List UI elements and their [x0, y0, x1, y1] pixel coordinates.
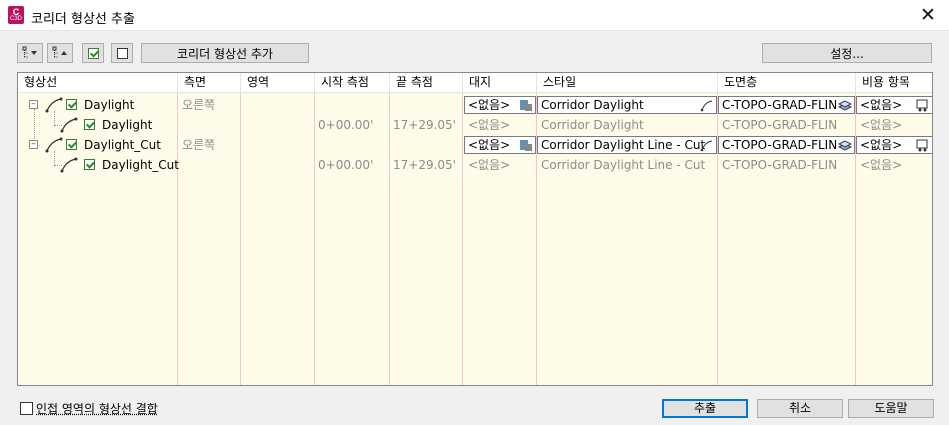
style-cell: Corridor Daylight Line - Cut: [541, 158, 706, 172]
site-cell: <없음>: [468, 118, 511, 132]
checked-box-icon: [87, 47, 99, 59]
table-row[interactable]: – Daylight_Cut 오른쪽 <없음> Corridor Dayligh…: [18, 135, 932, 155]
featureline-name: Daylight_Cut: [102, 158, 179, 172]
col-header-featureline[interactable]: 형상선: [18, 73, 178, 93]
expand-all-button[interactable]: [17, 43, 43, 63]
layer-picker-icon[interactable]: [838, 138, 852, 152]
merge-adjacent-checkbox-row[interactable]: 인접 영역의 형상선 결합: [20, 400, 158, 417]
collapse-node-icon[interactable]: –: [29, 140, 38, 149]
pay-item-picker-icon[interactable]: [916, 98, 930, 112]
start-station-cell: 0+00.00': [318, 118, 374, 132]
style-select[interactable]: Corridor Daylight: [537, 96, 717, 114]
col-header-site[interactable]: 대지: [463, 73, 537, 93]
style-picker-icon[interactable]: [700, 138, 714, 152]
style-select[interactable]: Corridor Daylight Line - Cut: [537, 136, 717, 154]
site-select[interactable]: <없음>: [464, 136, 536, 154]
featureline-grid: 형상선 측면 영역 시작 측점 끝 측점 대지 스타일 도면층 비용 항목 – …: [17, 72, 933, 386]
window-title: 코리더 형상선 추출: [31, 12, 135, 27]
uncheck-all-button[interactable]: [111, 43, 133, 63]
style-value: Corridor Daylight Line - Cut: [541, 138, 706, 152]
cancel-button[interactable]: 취소: [757, 399, 843, 418]
featureline-name: Daylight: [84, 98, 135, 112]
col-header-layer[interactable]: 도면층: [718, 73, 856, 93]
start-station-cell: 0+00.00': [318, 158, 374, 172]
layer-picker-icon[interactable]: [838, 98, 852, 112]
layer-select[interactable]: C-TOPO-GRAD-FLIN: [718, 136, 855, 154]
unchecked-box-icon: [116, 47, 128, 59]
pay-item-cell: <없음>: [860, 158, 903, 172]
featureline-icon: [45, 97, 63, 113]
featureline-name: Daylight_Cut: [84, 138, 161, 152]
row-checkbox[interactable]: [66, 99, 77, 110]
featureline-icon: [60, 117, 78, 133]
table-row[interactable]: Daylight_Cut 0+00.00' 17+29.05' <없음> Cor…: [18, 155, 932, 175]
help-button[interactable]: 도움말: [848, 399, 934, 418]
col-header-style[interactable]: 스타일: [537, 73, 718, 93]
civil3d-app-icon: C C3D: [8, 6, 24, 24]
site-picker-icon[interactable]: [519, 98, 533, 112]
featureline-icon: [60, 157, 78, 173]
layer-select[interactable]: C-TOPO-GRAD-FLIN: [718, 96, 855, 114]
site-select[interactable]: <없음>: [464, 96, 536, 114]
col-header-end-station[interactable]: 끝 측점: [390, 73, 463, 93]
site-value: <없음>: [468, 98, 511, 112]
layer-value: C-TOPO-GRAD-FLIN: [722, 98, 838, 112]
style-cell: Corridor Daylight: [541, 118, 644, 132]
row-checkbox[interactable]: [84, 119, 95, 130]
end-station-cell: 17+29.05': [393, 118, 456, 132]
collapse-all-button[interactable]: [47, 43, 73, 63]
side-cell: 오른쪽: [182, 138, 216, 152]
settings-button[interactable]: 설정...: [762, 43, 932, 63]
col-header-region[interactable]: 영역: [241, 73, 315, 93]
table-row[interactable]: – Daylight 오른쪽 <없음> Corridor Daylight C-…: [18, 95, 932, 115]
style-value: Corridor Daylight: [541, 98, 644, 112]
row-checkbox[interactable]: [66, 139, 77, 150]
title-bar: C C3D 코리더 형상선 추출 ✕: [0, 0, 949, 31]
site-picker-icon[interactable]: [519, 138, 533, 152]
pay-item-picker-icon[interactable]: [916, 138, 930, 152]
col-header-pay-item[interactable]: 비용 항목: [856, 73, 932, 93]
table-row[interactable]: Daylight 0+00.00' 17+29.05' <없음> Corrido…: [18, 115, 932, 135]
layer-value: C-TOPO-GRAD-FLIN: [722, 138, 838, 152]
pay-item-value: <없음>: [860, 138, 903, 152]
pay-item-cell: <없음>: [860, 118, 903, 132]
pay-item-value: <없음>: [860, 98, 903, 112]
row-checkbox[interactable]: [84, 159, 95, 170]
grid-header: 형상선 측면 영역 시작 측점 끝 측점 대지 스타일 도면층 비용 항목: [18, 73, 932, 93]
merge-adjacent-checkbox[interactable]: [20, 402, 33, 415]
featureline-icon: [45, 137, 63, 153]
tree-collapse-icon: [52, 46, 67, 58]
add-corridor-featureline-button[interactable]: 코리더 형상선 추가: [141, 43, 309, 63]
close-icon[interactable]: ✕: [913, 2, 943, 28]
pay-item-select[interactable]: <없음>: [856, 136, 932, 154]
collapse-node-icon[interactable]: –: [29, 100, 38, 109]
style-picker-icon[interactable]: [700, 98, 714, 112]
layer-cell: C-TOPO-GRAD-FLIN: [722, 118, 838, 132]
side-cell: 오른쪽: [182, 98, 216, 112]
col-header-side[interactable]: 측면: [178, 73, 241, 93]
site-cell: <없음>: [468, 158, 511, 172]
col-header-start-station[interactable]: 시작 측점: [315, 73, 390, 93]
check-all-button[interactable]: [82, 43, 104, 63]
pay-item-select[interactable]: <없음>: [856, 96, 932, 114]
layer-cell: C-TOPO-GRAD-FLIN: [722, 158, 838, 172]
extract-button[interactable]: 추출: [662, 399, 748, 418]
tree-expand-icon: [22, 46, 37, 58]
end-station-cell: 17+29.05': [393, 158, 456, 172]
site-value: <없음>: [468, 138, 511, 152]
featureline-name: Daylight: [102, 118, 153, 132]
merge-adjacent-label[interactable]: 인접 영역의 형상선 결합: [36, 400, 158, 417]
